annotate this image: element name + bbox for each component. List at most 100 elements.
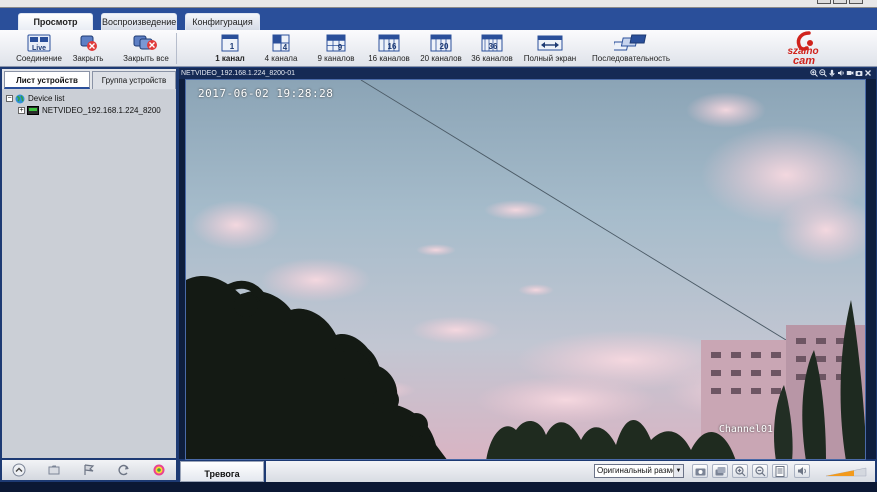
close-camera-icon xyxy=(80,35,97,51)
collapse-toggle[interactable]: − xyxy=(6,95,13,103)
magnifier-plus-icon xyxy=(734,465,745,476)
zoom-out-button[interactable] xyxy=(752,464,768,478)
layout-4-icon: 4 xyxy=(272,34,290,52)
snapshot-icon[interactable] xyxy=(855,69,863,77)
camera-icon xyxy=(695,468,705,476)
maximize-button[interactable] xyxy=(833,0,847,4)
layout-20-icon: 20 xyxy=(430,34,452,52)
title-bar xyxy=(0,0,877,8)
snapshot-folder-button[interactable] xyxy=(46,462,62,478)
status-strip xyxy=(0,482,877,492)
close-label: Закрыть xyxy=(72,54,104,63)
speaker-icon[interactable] xyxy=(837,69,845,77)
refresh-icon xyxy=(118,464,129,476)
window-controls xyxy=(817,0,863,4)
snapshot-button[interactable] xyxy=(692,464,708,478)
record-icon[interactable] xyxy=(846,69,854,77)
device-panel-tabs: Лист устройств Группа устройств xyxy=(2,69,176,89)
layout-20-icon-text: 20 xyxy=(440,42,449,51)
expand-toggle[interactable]: + xyxy=(18,107,25,115)
tree-device-node[interactable]: + NETVIDEO_192.168.1.224_8200 xyxy=(6,105,176,117)
fullscreen-label: Полный экран xyxy=(523,54,577,63)
device-tree: − Device list + NETVIDEO_192.168.1.224_8… xyxy=(2,90,176,458)
tab-device-group[interactable]: Группа устройств xyxy=(92,71,176,89)
layout-36-channel-button[interactable]: 36 36 каналов xyxy=(470,34,514,66)
close-button[interactable]: Закрыть xyxy=(68,34,108,66)
layout-1-icon: 1 xyxy=(221,34,239,52)
layout-4-label: 4 канала xyxy=(264,54,298,63)
document-icon xyxy=(775,465,785,477)
tree-root-label: Device list xyxy=(28,94,65,103)
close-video-icon[interactable] xyxy=(864,69,872,77)
sequence-icon xyxy=(614,34,647,51)
tab-playback[interactable]: Воспроизведение xyxy=(101,13,177,30)
flag-button[interactable] xyxy=(81,462,97,478)
live-icon-text: Live xyxy=(32,45,46,52)
record-button[interactable] xyxy=(772,464,788,478)
video-header: NETVIDEO_192.168.1.224_8200-01 xyxy=(179,68,876,79)
tab-configuration[interactable]: Конфигурация xyxy=(185,13,260,30)
fullscreen-icon xyxy=(537,35,563,51)
layout-4-channel-button[interactable]: 4 4 канала xyxy=(260,34,302,66)
ptz-toolbar xyxy=(0,460,178,482)
toolbar-separator xyxy=(176,33,177,64)
mute-button[interactable] xyxy=(794,464,810,478)
folder-icon xyxy=(48,465,60,475)
globe-icon xyxy=(15,94,25,104)
video-channel-title: NETVIDEO_192.168.1.224_8200-01 xyxy=(181,70,296,77)
layout-1-label: 1 канал xyxy=(215,54,245,63)
sequence-button[interactable]: Последовательность xyxy=(590,34,672,66)
main-toolbar: Live Соединение Закрыть Закрыть все 1 1 … xyxy=(0,30,877,67)
app-window: Просмотр Воспроизведение Конфигурация Li… xyxy=(0,0,877,492)
close-window-button[interactable] xyxy=(849,0,863,4)
tab-view[interactable]: Просмотр xyxy=(18,13,93,30)
layout-1-channel-button[interactable]: 1 1 канал xyxy=(210,34,250,66)
layout-9-channel-button[interactable]: 9 9 каналов xyxy=(314,34,358,66)
zoom-in-icon[interactable] xyxy=(810,69,818,77)
camera-image xyxy=(186,80,865,459)
layout-36-icon: 36 xyxy=(481,34,503,52)
speaker-volume-icon xyxy=(797,467,806,475)
sequence-label: Последовательность xyxy=(592,54,670,63)
tree-root-node[interactable]: − Device list xyxy=(6,93,176,105)
minimize-button[interactable] xyxy=(817,0,831,4)
video-panel: NETVIDEO_192.168.1.224_8200-01 2017-06-0… xyxy=(178,67,877,460)
video-window-controls xyxy=(810,69,872,77)
refresh-button[interactable] xyxy=(116,462,132,478)
zoom-in-button[interactable] xyxy=(732,464,748,478)
layout-36-icon-text: 36 xyxy=(489,42,498,51)
main-tab-bar: Просмотр Воспроизведение Конфигурация xyxy=(0,8,877,30)
layout-16-channel-button[interactable]: 16 16 каналов xyxy=(366,34,412,66)
video-timestamp: 2017-06-02 19:28:28 xyxy=(198,87,334,100)
close-all-label: Закрыть все xyxy=(123,54,169,63)
layout-20-channel-button[interactable]: 20 20 каналов xyxy=(418,34,464,66)
device-panel: Лист устройств Группа устройств − Device… xyxy=(0,67,178,460)
live-icon: Live xyxy=(27,34,51,52)
flag-icon xyxy=(84,464,95,475)
connect-label: Соединение xyxy=(16,54,62,63)
video-tools: Оригинальный размер ▼ xyxy=(266,461,875,482)
close-all-icon xyxy=(133,35,157,50)
batch-snapshot-button[interactable] xyxy=(712,464,728,478)
layout-16-label: 16 каналов xyxy=(368,54,410,63)
multi-camera-icon xyxy=(715,467,725,476)
connect-button[interactable]: Live Соединение xyxy=(16,34,62,66)
alarm-tab[interactable]: Тревога xyxy=(180,461,264,482)
zoom-out-icon[interactable] xyxy=(819,69,827,77)
ptz-up-button[interactable] xyxy=(11,462,27,478)
color-settings-button[interactable] xyxy=(151,462,167,478)
display-size-select[interactable]: Оригинальный размер ▼ xyxy=(594,464,684,478)
fullscreen-button[interactable]: Полный экран xyxy=(522,34,578,66)
microphone-icon[interactable] xyxy=(828,69,836,77)
chevron-up-icon xyxy=(12,463,26,477)
tab-device-list[interactable]: Лист устройств xyxy=(4,71,90,89)
volume-slider[interactable] xyxy=(824,464,868,478)
video-channel-name: Channel01 xyxy=(718,424,773,435)
layout-9-icon: 9 xyxy=(326,34,346,52)
layout-20-label: 20 каналов xyxy=(420,54,462,63)
live-video-view[interactable]: 2017-06-02 19:28:28 Channel01 xyxy=(185,79,866,460)
close-all-button[interactable]: Закрыть все xyxy=(120,34,172,66)
layout-9-label: 9 каналов xyxy=(317,54,355,63)
layout-1-icon-text: 1 xyxy=(230,42,235,51)
color-palette-icon xyxy=(153,464,165,476)
